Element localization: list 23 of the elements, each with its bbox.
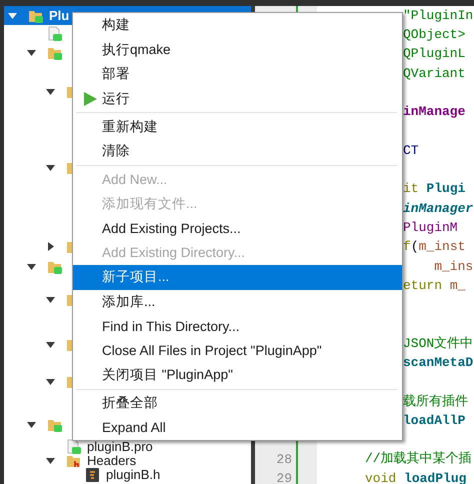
code-line: scanMetaD	[403, 354, 474, 371]
code-line: QVariant	[403, 66, 466, 82]
code-line: eturn m_	[403, 278, 466, 294]
code-line: inManage	[403, 104, 466, 120]
code-line: loadAllP	[403, 412, 466, 429]
code-line: f(m_inst	[403, 239, 466, 256]
code-line: JSON文件中	[403, 336, 474, 352]
code-line: QPluginL	[403, 46, 466, 62]
tree-label: Headers	[87, 453, 136, 468]
code-line: PluginM	[403, 220, 458, 236]
code-line: m_ins	[433, 258, 474, 274]
line-number: 28	[276, 452, 292, 467]
tree-label: Plu	[49, 8, 70, 23]
code-line: it Plugi	[403, 181, 466, 198]
code-line: //加载其中某个插	[365, 451, 472, 468]
tree-label: pluginB.pro	[87, 439, 153, 454]
code-line: CT	[403, 142, 419, 159]
line-number: 29	[276, 471, 292, 484]
code-line: inManager	[403, 200, 474, 217]
code-line: QObject>	[403, 26, 466, 43]
code-line: "PluginIn	[403, 8, 474, 24]
tree-label: pluginB.h	[106, 467, 160, 482]
code-line: 载所有插件	[403, 394, 468, 410]
